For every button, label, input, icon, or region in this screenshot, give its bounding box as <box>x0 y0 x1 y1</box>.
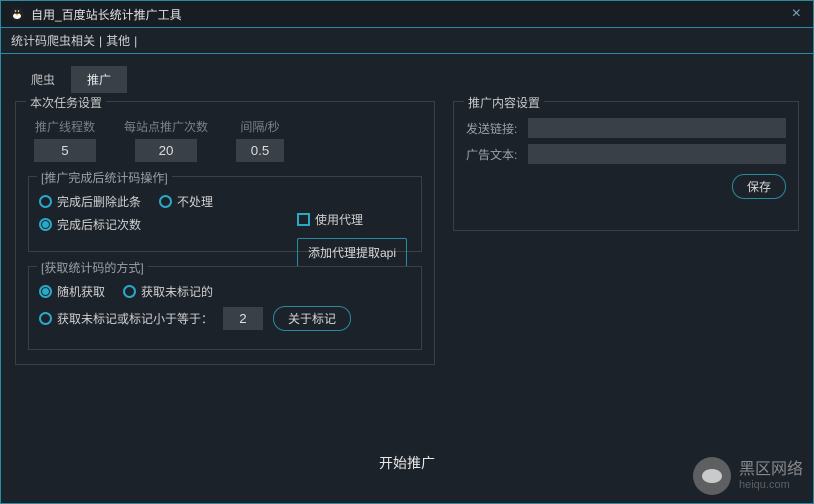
threads-label: 推广线程数 <box>35 118 95 135</box>
ad-text-input[interactable] <box>528 144 786 164</box>
save-button[interactable]: 保存 <box>732 174 786 199</box>
about-mark-button[interactable]: 关于标记 <box>273 306 351 331</box>
app-icon <box>9 6 25 22</box>
promo-content-legend: 推广内容设置 <box>464 94 544 111</box>
ad-text-label: 广告文本: <box>466 146 522 163</box>
menu-other[interactable]: 其他 <box>106 32 130 49</box>
interval-label: 间隔/秒 <box>240 118 279 135</box>
send-link-label: 发送链接: <box>466 120 522 137</box>
send-link-input[interactable] <box>528 118 786 138</box>
watermark-url: heiqu.com <box>739 479 803 491</box>
interval-input[interactable] <box>236 139 284 162</box>
menu-bar: 统计码爬虫相关 | 其他 | <box>0 28 814 54</box>
task-settings-group: 本次任务设置 推广线程数 每站点推广次数 间隔/秒 [推广完成后统计码操作] <box>15 101 435 365</box>
radio-delete-after[interactable]: 完成后删除此条 <box>39 193 141 210</box>
menu-separator: | <box>99 34 102 48</box>
persite-label: 每站点推广次数 <box>124 118 208 135</box>
content-area: 爬虫 推广 本次任务设置 推广线程数 每站点推广次数 间隔/秒 <box>0 54 814 504</box>
lessthan-value-input[interactable] <box>223 307 263 330</box>
close-icon[interactable]: × <box>788 5 805 23</box>
fetch-method-legend: [获取统计码的方式] <box>37 259 148 276</box>
persite-input[interactable] <box>135 139 197 162</box>
watermark-name: 黑区网络 <box>739 461 803 479</box>
radio-mark-count[interactable]: 完成后标记次数 <box>39 216 141 233</box>
title-bar: 自用_百度站长统计推广工具 × <box>0 0 814 28</box>
window-title: 自用_百度站长统计推广工具 <box>31 6 788 23</box>
watermark-logo-icon <box>693 457 731 495</box>
menu-separator: | <box>134 34 137 48</box>
after-promo-ops-group: [推广完成后统计码操作] 完成后删除此条 不处理 完成后标记次数 使用代理 添加… <box>28 176 422 252</box>
menu-stats-crawler[interactable]: 统计码爬虫相关 <box>11 32 95 49</box>
fetch-method-group: [获取统计码的方式] 随机获取 获取未标记的 获取未标记或标记小于等于： 关于标… <box>28 266 422 350</box>
threads-input[interactable] <box>34 139 96 162</box>
task-settings-legend: 本次任务设置 <box>26 94 106 111</box>
checkbox-use-proxy[interactable]: 使用代理 <box>297 211 363 228</box>
radio-random-fetch[interactable]: 随机获取 <box>39 283 105 300</box>
watermark: 黑区网络 heiqu.com <box>693 457 803 495</box>
radio-unmarked-fetch[interactable]: 获取未标记的 <box>123 283 213 300</box>
tab-crawler[interactable]: 爬虫 <box>15 66 71 93</box>
after-promo-ops-legend: [推广完成后统计码操作] <box>37 169 172 186</box>
tab-promo[interactable]: 推广 <box>71 66 127 93</box>
radio-lessthan-fetch[interactable]: 获取未标记或标记小于等于： <box>39 310 213 327</box>
add-proxy-api-button[interactable]: 添加代理提取api <box>297 238 407 267</box>
promo-content-group: 推广内容设置 发送链接: 广告文本: 保存 <box>453 101 799 231</box>
start-promo-button[interactable]: 开始推广 <box>379 453 435 473</box>
tab-strip: 爬虫 推广 <box>15 66 799 93</box>
radio-noop[interactable]: 不处理 <box>159 193 213 210</box>
